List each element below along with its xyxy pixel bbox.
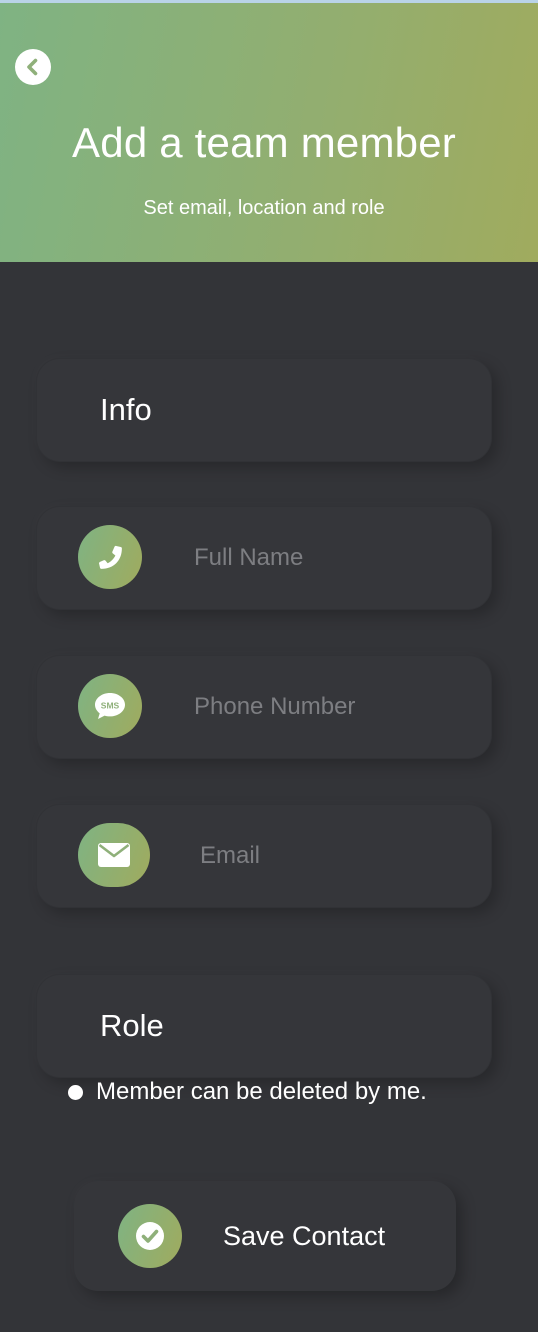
page-subtitle: Set email, location and role [143,197,385,219]
delete-permission-option[interactable]: Member can be deleted by me. [68,1078,427,1106]
back-button[interactable] [15,49,51,85]
phone-number-input[interactable] [194,655,474,759]
delete-permission-radio[interactable] [68,1084,83,1100]
page-header: Add a team member Set email, location an… [0,0,538,262]
sms-bubble-icon: SMS [95,693,125,719]
chevron-left-icon [27,58,38,76]
svg-text:SMS: SMS [101,701,120,711]
delete-permission-label: Member can be deleted by me. [96,1078,427,1105]
full-name-input[interactable] [194,506,474,610]
page-title: Add a team member [72,119,456,166]
envelope-icon-badge [78,823,150,887]
info-section-header: Info [36,358,492,462]
phone-icon-badge [78,525,142,589]
save-contact-label: Save Contact [223,1221,386,1251]
role-section-header: Role [36,974,492,1078]
role-section-title: Role [100,1008,164,1043]
phone-number-field: SMS [36,655,492,759]
sms-icon-badge: SMS [78,674,142,738]
email-input[interactable] [200,804,474,908]
envelope-icon [98,843,130,867]
save-contact-button[interactable]: Save Contact [74,1181,456,1291]
email-field [36,804,492,908]
info-section-title: Info [100,392,152,427]
full-name-field [36,506,492,610]
phone-icon [98,545,122,569]
check-icon-badge [118,1204,182,1268]
check-circle-icon [136,1222,164,1250]
